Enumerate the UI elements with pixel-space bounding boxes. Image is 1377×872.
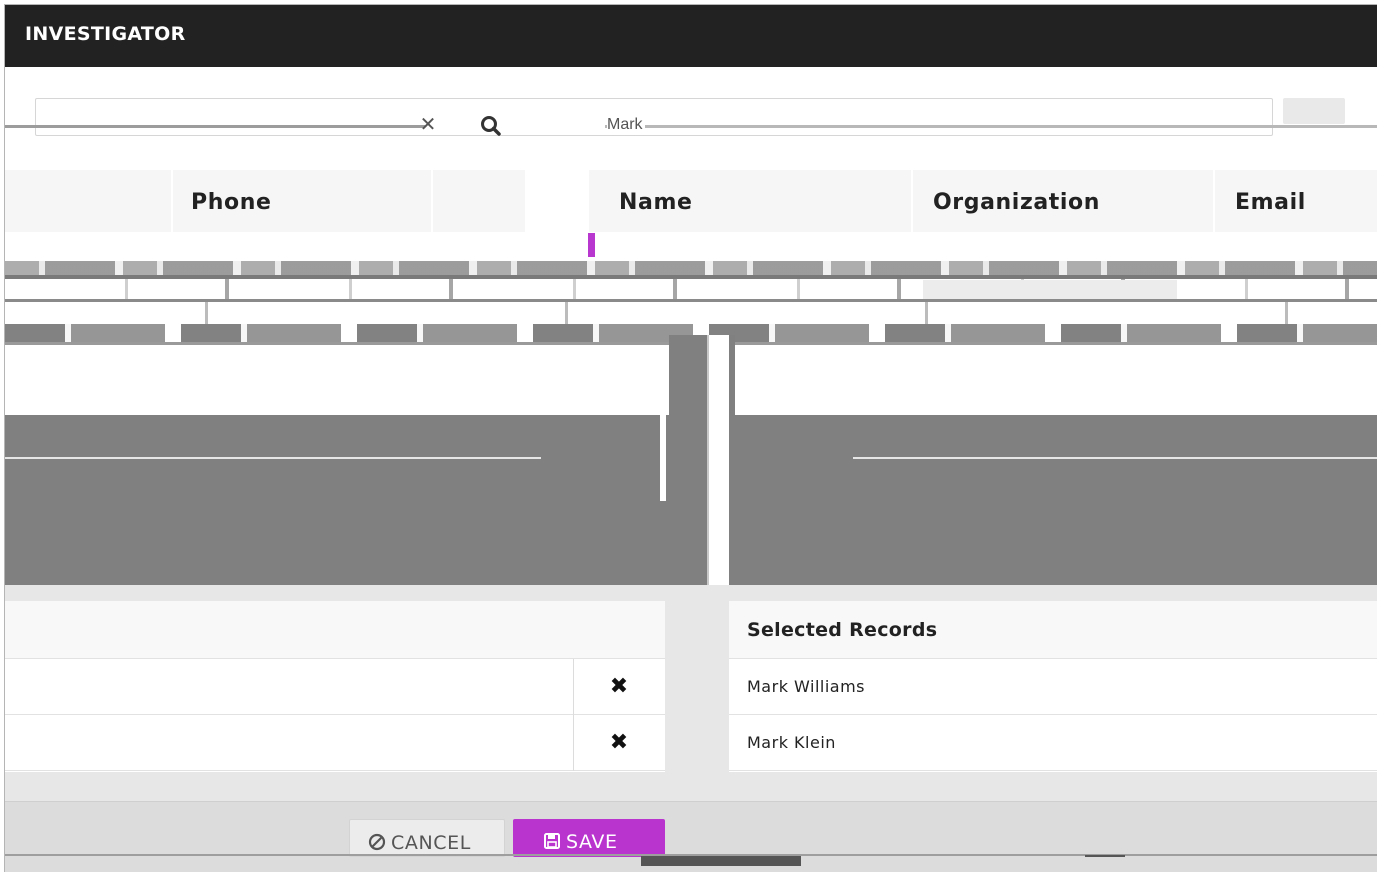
search-options-button[interactable] [1283,98,1345,124]
cell-divider [573,659,574,715]
selection-indicator [588,233,595,257]
render-artifact [5,125,425,128]
column-header-organization[interactable]: Organization [913,170,1213,232]
close-icon[interactable]: ✖ [605,673,633,701]
search-icon[interactable] [478,113,504,139]
selected-records-header: Selected Records [729,601,1377,659]
dialog-title: INVESTIGATOR [5,5,1377,67]
cell-divider [573,715,574,771]
column-header-left [5,170,171,232]
left-list: ✖ ✖ [5,601,665,772]
render-artifact [5,457,541,459]
column-header-blank [433,170,525,232]
column-header-phone[interactable]: Phone [173,170,431,232]
render-artifact [5,261,1377,275]
render-artifact [853,457,1377,459]
render-artifact [605,125,1377,128]
close-icon[interactable]: ✖ [605,729,633,757]
column-header-name[interactable]: Name [589,170,911,232]
render-artifact [5,415,707,585]
render-artifact [729,335,735,585]
cancel-button[interactable]: CANCEL [349,819,505,857]
render-artifact [5,302,1377,324]
search-box[interactable] [35,98,1273,136]
list-item: ✖ [5,659,665,715]
column-header-email[interactable]: Email [1215,170,1377,232]
save-button[interactable]: SAVE [513,819,665,857]
render-artifact [1085,855,1125,857]
list-item[interactable]: Mark Klein [729,715,1377,771]
cancel-label: CANCEL [391,832,471,854]
render-artifact [641,856,801,866]
search-query-text: Mark [607,116,645,134]
list-item[interactable]: Mark Williams [729,659,1377,715]
left-list-header [5,601,665,659]
render-artifact [660,415,666,501]
save-label: SAVE [566,831,618,853]
list-item: ✖ [5,715,665,771]
selected-records-list: Selected Records Mark Williams Mark Klei… [729,601,1377,772]
render-artifact [729,415,1377,585]
close-icon[interactable]: ✕ [416,113,440,137]
panel-divider [707,335,729,585]
floppy-icon [544,833,560,849]
ban-icon [368,833,386,851]
investigator-dialog: INVESTIGATOR ✕ Mark Phone Name Organizat… [4,4,1377,872]
render-artifact [669,335,707,585]
